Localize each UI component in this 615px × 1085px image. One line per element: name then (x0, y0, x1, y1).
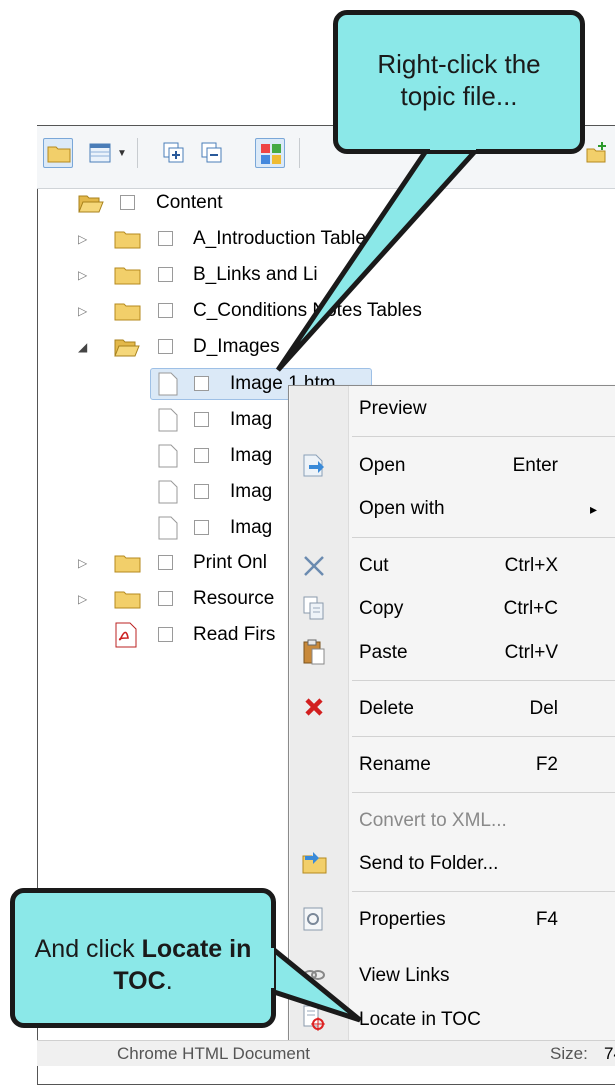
top-callout-text: Right-click the topic file... (377, 49, 541, 111)
top-callout: Right-click the topic file... (333, 10, 585, 154)
top-callout-tail (275, 145, 484, 372)
top-callout-seam (430, 140, 476, 150)
bottom-callout-tail (265, 939, 362, 1023)
bottom-callout: And click Locate in TOC. (10, 888, 276, 1028)
bottom-callout-suffix: . (165, 967, 173, 995)
bottom-callout-prefix: And click (34, 935, 142, 963)
bottom-callout-seam (262, 948, 274, 988)
